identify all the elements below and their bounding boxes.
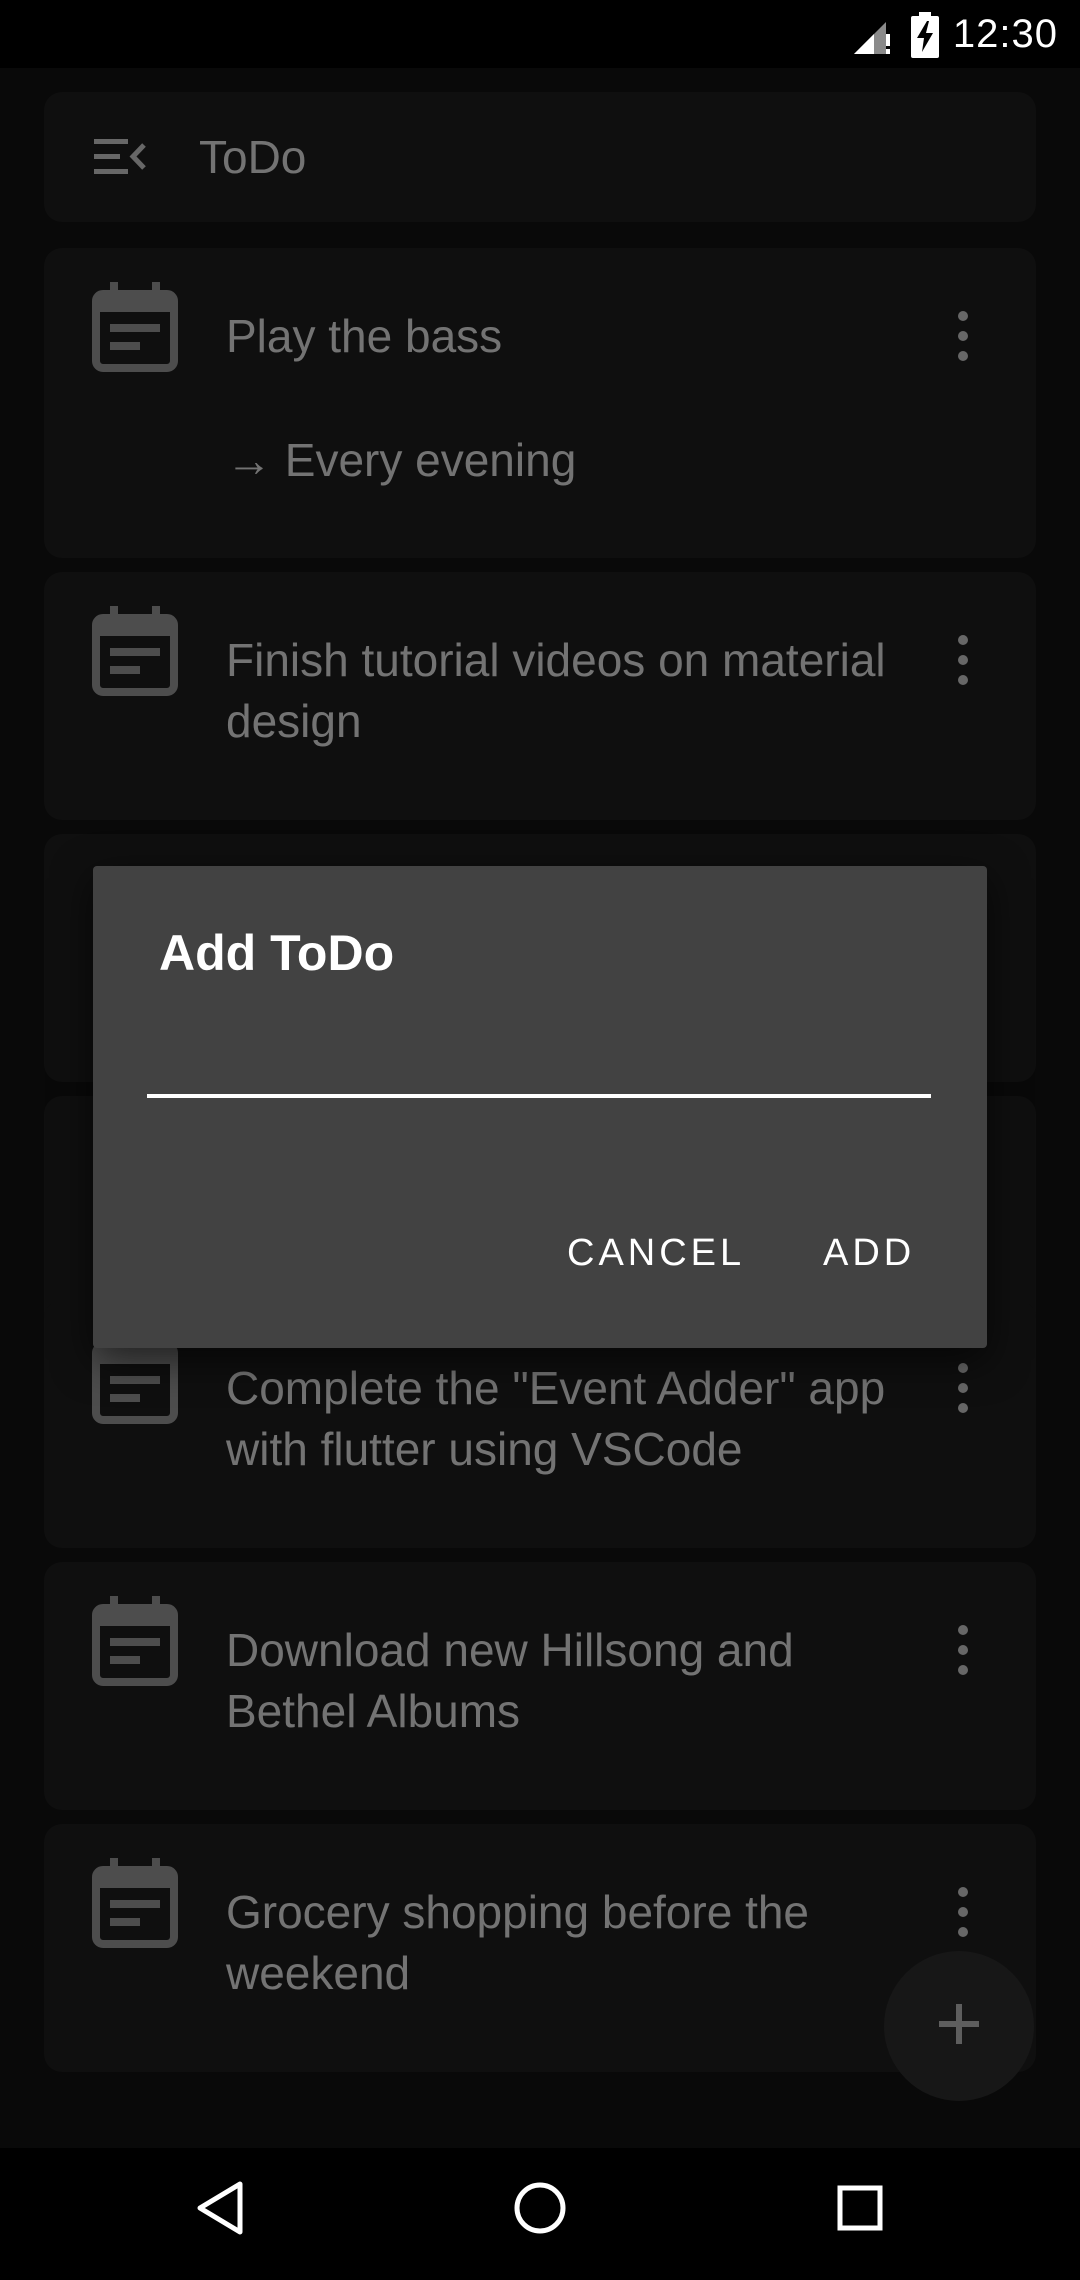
recents-icon[interactable] <box>830 2178 890 2243</box>
status-bar: 12:30 <box>0 0 1080 68</box>
back-icon[interactable] <box>192 2178 252 2243</box>
navigation-bar <box>0 2148 1080 2280</box>
home-icon[interactable] <box>510 2178 570 2243</box>
screen: 12:30 ToDo <box>0 0 1080 2280</box>
clock: 12:30 <box>952 12 1058 56</box>
dialog-title: Add ToDo <box>159 925 395 981</box>
cancel-button[interactable]: CANCEL <box>567 1222 745 1284</box>
signal-icon <box>852 16 892 61</box>
battery-charging-icon <box>910 12 940 63</box>
add-button[interactable]: ADD <box>823 1222 915 1284</box>
todo-text-input[interactable] <box>147 1006 931 1098</box>
add-todo-dialog: Add ToDo CANCEL ADD <box>93 866 987 1348</box>
